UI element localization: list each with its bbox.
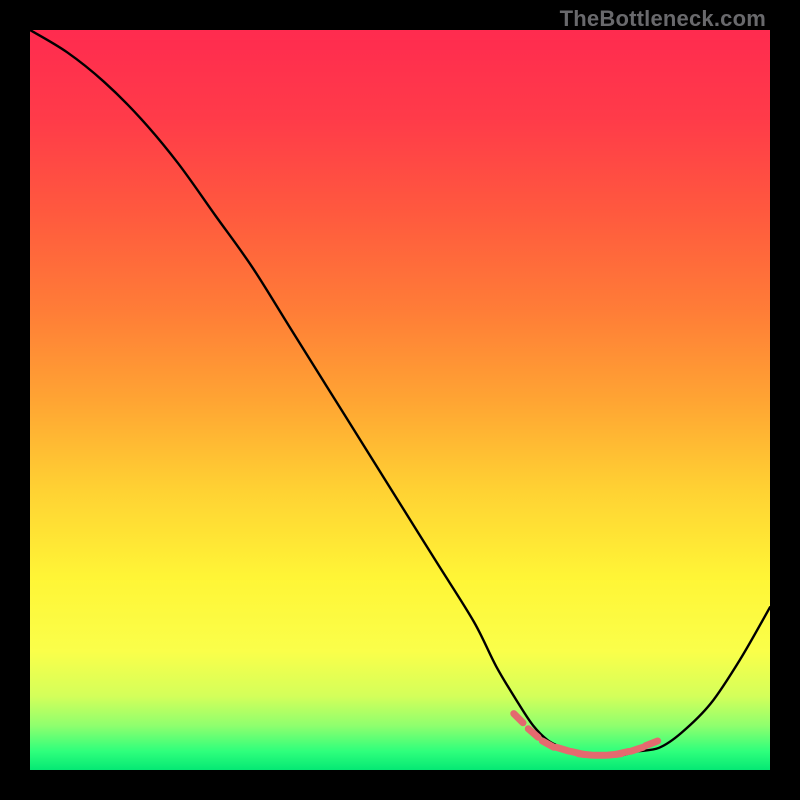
optimal-marker: [646, 741, 658, 746]
watermark-text: TheBottleneck.com: [560, 6, 766, 32]
gradient-background: [30, 30, 770, 770]
plot-area: [30, 30, 770, 770]
chart-container: TheBottleneck.com: [0, 0, 800, 800]
optimal-marker: [579, 754, 592, 755]
optimal-marker: [616, 752, 629, 755]
bottleneck-chart: [30, 30, 770, 770]
optimal-marker: [631, 747, 643, 751]
optimal-marker: [557, 747, 569, 751]
